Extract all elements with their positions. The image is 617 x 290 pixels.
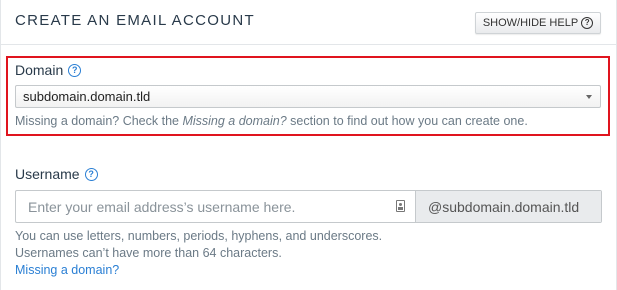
username-label-row: Username ? — [15, 166, 98, 182]
domain-label-row: Domain ? — [15, 62, 82, 78]
help-button-label: SHOW/HIDE HELP — [482, 17, 579, 29]
page-title: CREATE AN EMAIL ACCOUNT — [15, 12, 255, 29]
contact-card-icon — [396, 200, 405, 212]
question-icon: ? — [581, 17, 594, 29]
missing-domain-link[interactable]: Missing a domain? — [15, 263, 119, 277]
username-input-group: Enter your email address’s username here… — [15, 190, 602, 223]
panel-header: CREATE AN EMAIL ACCOUNT SHOW/HIDE HELP ? — [1, 0, 617, 45]
username-hint-line1: You can use letters, numbers, periods, h… — [15, 229, 383, 243]
domain-suffix-addon: @subdomain.domain.tld — [415, 191, 601, 222]
username-help-icon[interactable]: ? — [84, 167, 98, 181]
domain-select[interactable]: subdomain.domain.tld — [15, 85, 601, 108]
domain-label: Domain — [15, 62, 64, 78]
domain-hint-italic: Missing a domain? — [182, 114, 287, 128]
domain-hint-suffix: section to find out how you can create o… — [286, 114, 528, 128]
username-hint-line2: Usernames can’t have more than 64 charac… — [15, 246, 282, 260]
chevron-down-icon — [586, 95, 592, 99]
domain-hint-prefix: Missing a domain? Check the — [15, 114, 183, 128]
show-hide-help-button[interactable]: SHOW/HIDE HELP ? — [475, 12, 601, 34]
domain-select-value: subdomain.domain.tld — [23, 89, 151, 104]
username-input[interactable]: Enter your email address’s username here… — [16, 191, 415, 222]
username-placeholder: Enter your email address’s username here… — [28, 198, 296, 215]
create-email-panel: CREATE AN EMAIL ACCOUNT SHOW/HIDE HELP ?… — [0, 0, 617, 290]
domain-help-icon[interactable]: ? — [68, 63, 82, 77]
username-label: Username — [15, 166, 80, 182]
domain-hint: Missing a domain? Check the Missing a do… — [15, 114, 528, 128]
